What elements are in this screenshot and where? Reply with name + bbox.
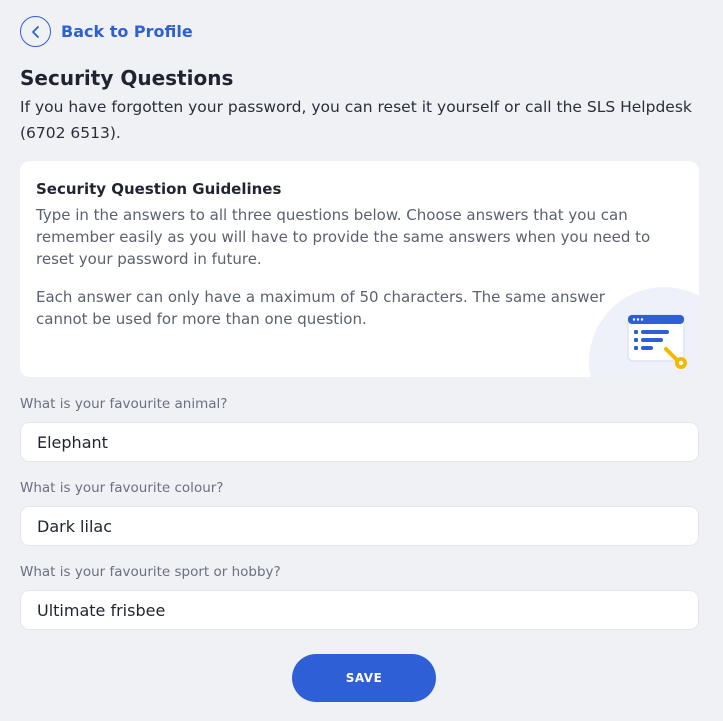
guidelines-paragraph-2: Each answer can only have a maximum of 5… — [36, 288, 605, 328]
page-description: If you have forgotten your password, you… — [20, 98, 692, 142]
guidelines-paragraph-1: Type in the answers to all three questio… — [36, 206, 651, 268]
back-to-profile-label[interactable]: Back to Profile — [61, 22, 193, 41]
question-label-colour: What is your favourite colour? — [20, 480, 224, 496]
page-title: Security Questions — [20, 66, 234, 90]
chevron-left-icon[interactable] — [20, 16, 51, 47]
answer-input-sport-hobby[interactable] — [20, 590, 699, 630]
security-checklist-key-icon — [627, 314, 687, 369]
answer-input-colour[interactable] — [20, 506, 699, 546]
question-label-animal: What is your favourite animal? — [20, 396, 228, 412]
question-label-sport-hobby: What is your favourite sport or hobby? — [20, 564, 281, 580]
save-button[interactable]: SAVE — [292, 654, 436, 702]
guidelines-card: Security Question Guidelines Type in the… — [20, 161, 699, 377]
back-to-profile-link[interactable]: Back to Profile — [20, 16, 193, 47]
guidelines-title: Security Question Guidelines — [36, 180, 282, 198]
answer-input-animal[interactable] — [20, 422, 699, 462]
